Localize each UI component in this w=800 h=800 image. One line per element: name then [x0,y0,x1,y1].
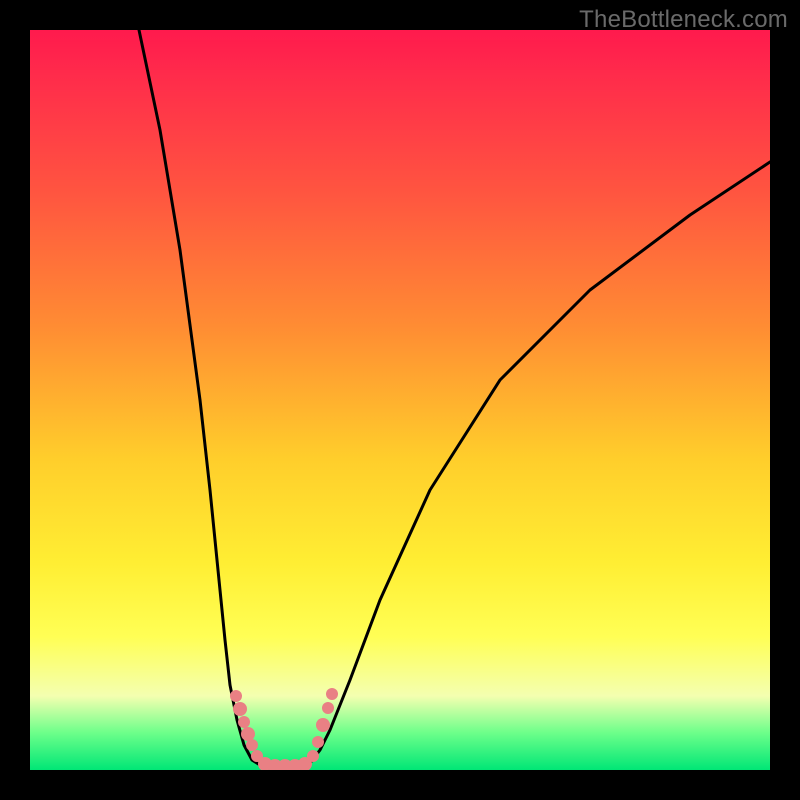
data-marker [238,716,250,728]
data-marker [322,702,334,714]
data-marker [326,688,338,700]
v-curve-path [139,30,770,768]
data-marker [316,718,330,732]
plot-area [30,30,770,770]
data-marker [307,750,319,762]
data-marker [241,727,255,741]
data-marker [246,739,258,751]
data-marker [230,690,242,702]
data-marker [312,736,324,748]
chart-frame: TheBottleneck.com [0,0,800,800]
bottleneck-curve [30,30,770,770]
data-marker [233,702,247,716]
